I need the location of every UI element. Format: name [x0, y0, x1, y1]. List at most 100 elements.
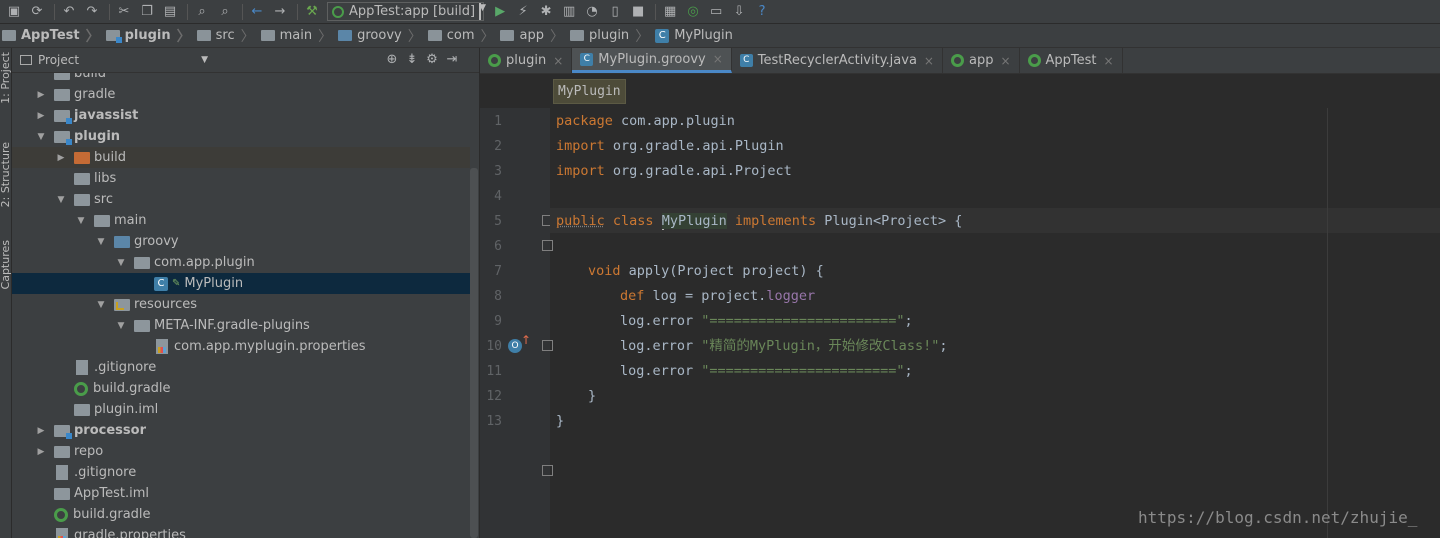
breadcrumb-item-apptest[interactable]: AppTest 〉	[2, 24, 106, 48]
expanded-arrow-icon[interactable]: ▼	[94, 237, 108, 247]
captures-tool-tab[interactable]: Captures	[0, 240, 12, 289]
copy-icon[interactable]: ❐	[137, 2, 157, 22]
breadcrumb-item-myplugin[interactable]: C MyPlugin	[655, 24, 739, 48]
back-icon[interactable]: ←	[247, 2, 267, 22]
line-number: 7	[494, 264, 502, 279]
tree-item[interactable]: build.gradle	[12, 504, 470, 525]
paste-icon[interactable]: ▤	[160, 2, 180, 22]
editor-tab[interactable]: app ×	[943, 48, 1020, 73]
tree-scrollbar[interactable]	[470, 168, 478, 538]
structure-icon[interactable]: ▭	[706, 2, 726, 22]
tree-item[interactable]: .gitignore	[12, 462, 470, 483]
tree-item[interactable]: plugin.iml	[12, 399, 470, 420]
run-config-selector[interactable]: AppTest:app [build] ▼	[327, 2, 486, 21]
tree-item[interactable]: ▶ gradle	[12, 84, 470, 105]
expanded-arrow-icon[interactable]: ▼	[54, 195, 68, 205]
editor-breadcrumb-chip[interactable]: MyPlugin	[553, 79, 626, 104]
redo-icon[interactable]: ↷	[82, 2, 102, 22]
tree-item[interactable]: com.app.myplugin.properties	[12, 336, 470, 357]
tree-item[interactable]: ▶ build	[12, 147, 470, 168]
tree-item-label: com.app.myplugin.properties	[174, 339, 366, 354]
tree-item[interactable]: .gitignore	[12, 357, 470, 378]
tree-item[interactable]: ▼ com.app.plugin	[12, 252, 470, 273]
folder-icon	[74, 193, 90, 206]
tree-item[interactable]: ▶ javassist	[12, 105, 470, 126]
undo-icon[interactable]: ↶	[59, 2, 79, 22]
tree-item[interactable]: ▼ plugin	[12, 126, 470, 147]
tree-item[interactable]: ▼ src	[12, 189, 470, 210]
tree-item-label: resources	[134, 297, 198, 312]
expanded-arrow-icon[interactable]: ▼	[94, 300, 108, 310]
tree-item-label: libs	[94, 171, 117, 186]
find-icon[interactable]: ⌕	[192, 2, 212, 22]
sdk-icon[interactable]: ▦	[660, 2, 680, 22]
breadcrumb-item-main[interactable]: main 〉	[260, 24, 338, 48]
tree-item[interactable]: ▼ groovy	[12, 231, 470, 252]
tree-item[interactable]: C ✎ MyPlugin	[12, 273, 470, 294]
breadcrumb-item-app[interactable]: app 〉	[500, 24, 569, 48]
breadcrumb-item-com[interactable]: com 〉	[427, 24, 501, 48]
coverage-icon[interactable]: ✱	[536, 2, 556, 22]
replace-icon[interactable]: ⌕	[215, 2, 235, 22]
tree-item[interactable]: AppTest.iml	[12, 483, 470, 504]
editor-tab[interactable]: C MyPlugin.groovy ×	[572, 48, 732, 73]
attach-icon[interactable]: ◔	[582, 2, 602, 22]
structure-tool-tab[interactable]: 2: Structure	[0, 142, 12, 207]
collapsed-arrow-icon[interactable]: ▶	[34, 426, 48, 436]
editor-tab[interactable]: plugin ×	[480, 48, 573, 73]
override-icon[interactable]: O	[508, 339, 522, 353]
apply-changes-icon[interactable]: ▯	[605, 2, 625, 22]
breadcrumb-item-src[interactable]: src 〉	[196, 24, 261, 48]
run-icon[interactable]: ▶	[490, 2, 510, 22]
cut-icon[interactable]: ✂	[114, 2, 134, 22]
code-area[interactable]: package com.app.plugin import org.gradle…	[550, 108, 1440, 538]
build-icon[interactable]: ⚒	[302, 2, 322, 22]
hide-icon[interactable]: ⇥	[442, 52, 462, 67]
tree-item[interactable]: ▶ repo	[12, 441, 470, 462]
close-icon[interactable]: ×	[1000, 54, 1010, 68]
collapsed-arrow-icon[interactable]: ▶	[54, 153, 68, 163]
gear-icon[interactable]: ⚙	[422, 52, 442, 67]
tree-item[interactable]: libs	[12, 168, 470, 189]
breadcrumb-item-plugin-package[interactable]: plugin 〉	[569, 24, 655, 48]
tree-item-label: build	[74, 73, 106, 81]
breadcrumb-item-groovy[interactable]: groovy 〉	[338, 24, 428, 48]
tree-item[interactable]: ▼ main	[12, 210, 470, 231]
editor-tab[interactable]: C TestRecyclerActivity.java ×	[732, 48, 943, 73]
close-icon[interactable]: ×	[1104, 54, 1114, 68]
breadcrumb-item-plugin[interactable]: plugin 〉	[105, 24, 197, 48]
collapsed-arrow-icon[interactable]: ▶	[34, 90, 48, 100]
chevron-down-icon[interactable]: ▼	[201, 55, 208, 65]
sync-icon[interactable]: ⟳	[27, 2, 47, 22]
expanded-arrow-icon[interactable]: ▼	[34, 132, 48, 142]
project-view-selector[interactable]: Project	[38, 53, 79, 67]
collapse-icon[interactable]: ⇟	[402, 52, 422, 67]
tree-item-label: build.gradle	[93, 381, 171, 396]
save-icon[interactable]: ▣	[4, 2, 24, 22]
locate-icon[interactable]: ⊕	[382, 52, 402, 67]
expanded-arrow-icon[interactable]: ▼	[114, 258, 128, 268]
code-editor[interactable]: MyPlugin O ↑ 1 2 3 4 5 6 7 8 9 10 11 12 13 package c…	[480, 74, 1440, 538]
collapsed-arrow-icon[interactable]: ▶	[34, 111, 48, 121]
forward-icon[interactable]: →	[270, 2, 290, 22]
close-icon[interactable]: ×	[553, 54, 563, 68]
project-tool-tab[interactable]: 1: Project	[0, 52, 12, 104]
close-icon[interactable]: ×	[713, 52, 723, 66]
expanded-arrow-icon[interactable]: ▼	[114, 321, 128, 331]
tree-item[interactable]: gradle.properties	[12, 525, 470, 538]
download-icon[interactable]: ⇩	[729, 2, 749, 22]
tree-item[interactable]: ▶ processor	[12, 420, 470, 441]
collapsed-arrow-icon[interactable]: ▶	[34, 447, 48, 457]
tree-item[interactable]: build.gradle	[12, 378, 470, 399]
tree-item[interactable]: ▼ resources	[12, 294, 470, 315]
stop-icon[interactable]: ■	[628, 2, 648, 22]
sync-gradle-icon[interactable]: ◎	[683, 2, 703, 22]
close-icon[interactable]: ×	[924, 54, 934, 68]
profile-icon[interactable]: ▥	[559, 2, 579, 22]
tree-item[interactable]: build	[12, 73, 470, 84]
help-icon[interactable]: ?	[752, 2, 772, 22]
editor-tab[interactable]: AppTest ×	[1020, 48, 1123, 73]
debug-icon[interactable]: ⚡	[513, 2, 533, 22]
expanded-arrow-icon[interactable]: ▼	[74, 216, 88, 226]
tree-item[interactable]: ▼ META-INF.gradle-plugins	[12, 315, 470, 336]
